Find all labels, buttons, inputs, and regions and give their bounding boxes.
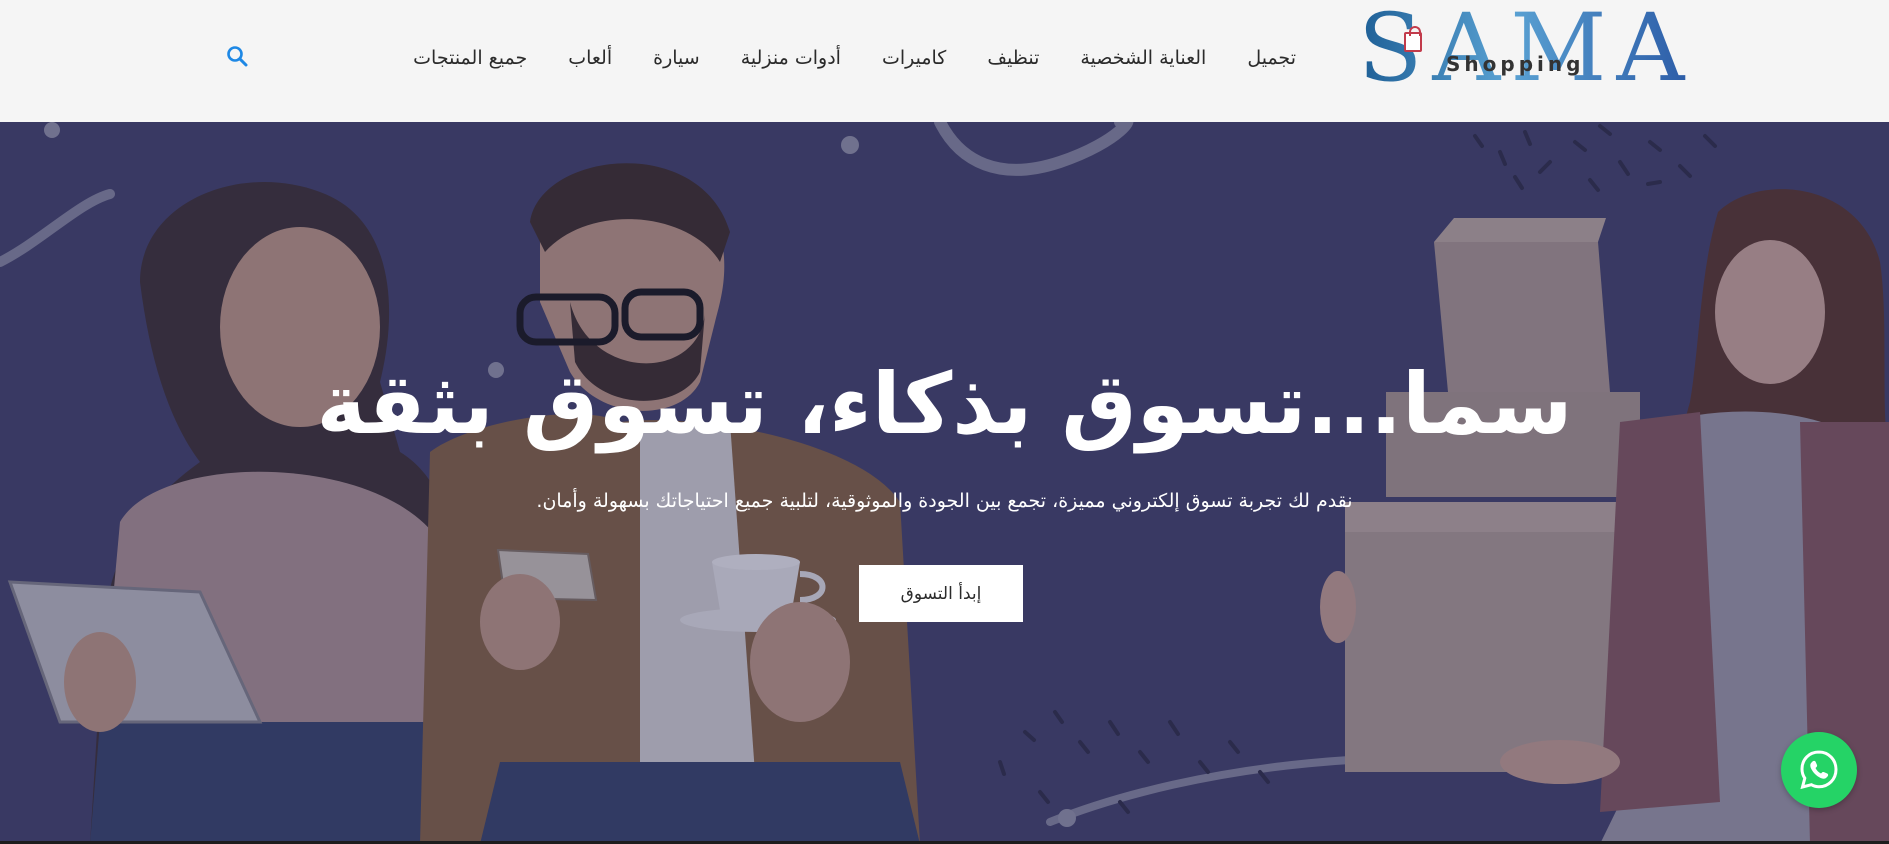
nav-item-beauty[interactable]: تجميل (1247, 43, 1296, 73)
hero-subtitle: نقدم لك تجربة تسوق إلكتروني مميزة، تجمع … (536, 490, 1353, 512)
nav-item-all-products[interactable]: جميع المنتجات (413, 43, 527, 73)
search-icon[interactable] (226, 45, 248, 67)
nav-item-personal-care[interactable]: العناية الشخصية (1080, 43, 1206, 73)
hero-background-illustration (0, 122, 1889, 844)
whatsapp-button[interactable] (1781, 732, 1857, 808)
logo-tagline: Shopping (1446, 52, 1585, 76)
nav-item-toys[interactable]: ألعاب (568, 43, 612, 73)
start-shopping-button[interactable]: إبدأ التسوق (859, 565, 1023, 622)
main-nav: تجميل العناية الشخصية تنظيف كاميرات أدوا… (413, 43, 1296, 73)
hero-title: سما...تسوق بذكاء، تسوق بثقة (316, 355, 1573, 453)
sama-shopping-logo[interactable]: SAMA Shopping (1358, 2, 1684, 102)
site-header: SAMA Shopping تجميل العناية الشخصية تنظي… (0, 0, 1889, 122)
nav-item-home-tools[interactable]: أدوات منزلية (741, 43, 841, 73)
nav-item-cameras[interactable]: كاميرات (882, 43, 946, 73)
shopping-bag-icon (1404, 26, 1422, 52)
nav-item-car[interactable]: سيارة (653, 43, 700, 73)
hero-banner: سما...تسوق بذكاء، تسوق بثقة نقدم لك تجرب… (0, 122, 1889, 844)
nav-item-cleaning[interactable]: تنظيف (987, 43, 1039, 73)
whatsapp-icon (1800, 750, 1838, 790)
